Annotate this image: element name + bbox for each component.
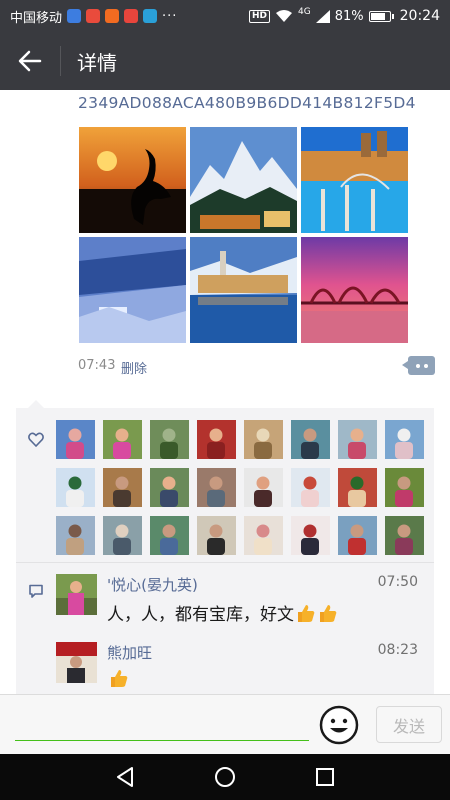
nav-recents-button[interactable] <box>311 763 339 791</box>
liker-avatar[interactable] <box>385 468 424 507</box>
liker-avatar[interactable] <box>56 420 95 459</box>
nav-home-icon <box>215 767 235 787</box>
liker-avatar[interactable] <box>150 468 189 507</box>
liker-avatar[interactable] <box>385 516 424 555</box>
commenter-name[interactable]: 熊加旺 <box>107 642 152 663</box>
moments-detail-screen: 中国移动 ··· HD 4G 81% 20:24 详情 2349AD088ACA… <box>0 0 450 800</box>
more-notifications-icon: ··· <box>162 8 178 24</box>
status-bar-right: HD 4G 81% 20:24 <box>249 7 440 24</box>
battery-percent: 81% <box>334 8 364 24</box>
liker-avatar[interactable] <box>197 516 236 555</box>
status-bar: 中国移动 ··· HD 4G 81% 20:24 <box>0 0 450 32</box>
liker-avatar[interactable] <box>150 516 189 555</box>
liker-avatar[interactable] <box>291 516 330 555</box>
post-detail: 2349AD088ACA480B9B6DD414B812F5D4 07:43 删… <box>0 90 450 694</box>
carrier-label: 中国移动 <box>10 10 63 26</box>
clock: 20:24 <box>399 8 440 24</box>
status-bar-left: 中国移动 ··· <box>10 7 177 26</box>
arrow-left-icon <box>18 50 42 72</box>
smiley-face-icon <box>319 705 359 745</box>
commenter-name[interactable]: '悦心(晏九英) <box>107 574 198 595</box>
thumbs-up-icon <box>298 604 315 622</box>
photo-grid <box>79 127 408 343</box>
app-notification-icon <box>143 9 158 23</box>
liker-avatar[interactable] <box>103 516 142 555</box>
app-notification-icon <box>105 9 120 23</box>
liker-avatar[interactable] <box>338 420 377 459</box>
liker-avatar[interactable] <box>385 420 424 459</box>
post-text: 2349AD088ACA480B9B6DD414B812F5D4 <box>78 94 416 112</box>
photo-snowy-forest[interactable] <box>79 237 186 343</box>
comment-text: 人，人，都有宝库，好文 <box>107 600 338 625</box>
nav-home-button[interactable] <box>211 763 239 791</box>
wifi-icon <box>276 10 293 22</box>
hd-voice-icon: HD <box>249 9 271 23</box>
thumbs-up-icon <box>320 604 337 622</box>
liker-avatar[interactable] <box>103 468 142 507</box>
comment-body: 人，人，都有宝库，好文 <box>107 605 294 625</box>
liker-avatar[interactable] <box>56 468 95 507</box>
liker-avatar[interactable] <box>338 516 377 555</box>
photo-snow-mountains[interactable] <box>190 127 297 233</box>
liker-avatar[interactable] <box>103 420 142 459</box>
likes-comments-panel: '悦心(晏九英) 07:50 人，人，都有宝库，好文 熊加旺 08:23 <box>16 400 434 694</box>
system-navigation-bar <box>0 754 450 800</box>
network-type-label: 4G <box>298 7 311 17</box>
photo-bridge-sunset[interactable] <box>301 237 408 343</box>
commenter-avatar[interactable] <box>56 574 97 615</box>
comment-like-menu-button[interactable] <box>402 356 435 375</box>
comment-time: 07:50 <box>377 574 418 590</box>
comment-bubble-icon <box>29 584 43 598</box>
dot-icon <box>415 363 420 368</box>
back-button[interactable] <box>0 32 60 90</box>
signal-icon <box>315 9 330 23</box>
photo-city-night-river[interactable] <box>301 127 408 233</box>
nav-recents-icon <box>316 768 334 786</box>
liker-avatar[interactable] <box>244 516 283 555</box>
liker-avatar[interactable] <box>197 420 236 459</box>
comment-time: 08:23 <box>377 642 418 658</box>
photo-lakeside-town[interactable] <box>190 237 297 343</box>
liker-avatar[interactable] <box>197 468 236 507</box>
liker-avatar[interactable] <box>56 516 95 555</box>
nav-back-icon <box>117 767 133 787</box>
post-time: 07:43 <box>78 358 116 373</box>
photo-crane-sunset[interactable] <box>79 127 186 233</box>
reply-input-bar: 发送 <box>0 694 450 754</box>
dot-icon <box>423 363 428 368</box>
battery-level <box>370 12 385 20</box>
nav-back-button[interactable] <box>111 763 139 791</box>
comment-text <box>107 668 129 688</box>
send-button[interactable]: 发送 <box>376 706 442 743</box>
reply-input[interactable] <box>15 705 309 741</box>
heart-icon <box>28 432 44 447</box>
title-divider <box>60 46 61 76</box>
liker-avatar[interactable] <box>150 420 189 459</box>
liker-avatar[interactable] <box>244 468 283 507</box>
page-title: 详情 <box>77 50 117 75</box>
app-notification-icon <box>124 9 139 23</box>
liker-avatar[interactable] <box>244 420 283 459</box>
app-notification-icon <box>67 9 82 23</box>
thumbs-up-icon <box>111 670 128 687</box>
liker-avatar[interactable] <box>291 420 330 459</box>
delete-link[interactable]: 删除 <box>121 358 147 377</box>
emoji-button[interactable] <box>319 705 359 745</box>
commenter-avatar[interactable] <box>56 642 97 683</box>
app-notification-icon <box>86 9 101 23</box>
title-bar: 详情 <box>0 32 450 90</box>
comments-divider <box>16 562 434 563</box>
liker-avatar[interactable] <box>291 468 330 507</box>
battery-icon <box>368 10 394 22</box>
liker-avatar[interactable] <box>338 468 377 507</box>
